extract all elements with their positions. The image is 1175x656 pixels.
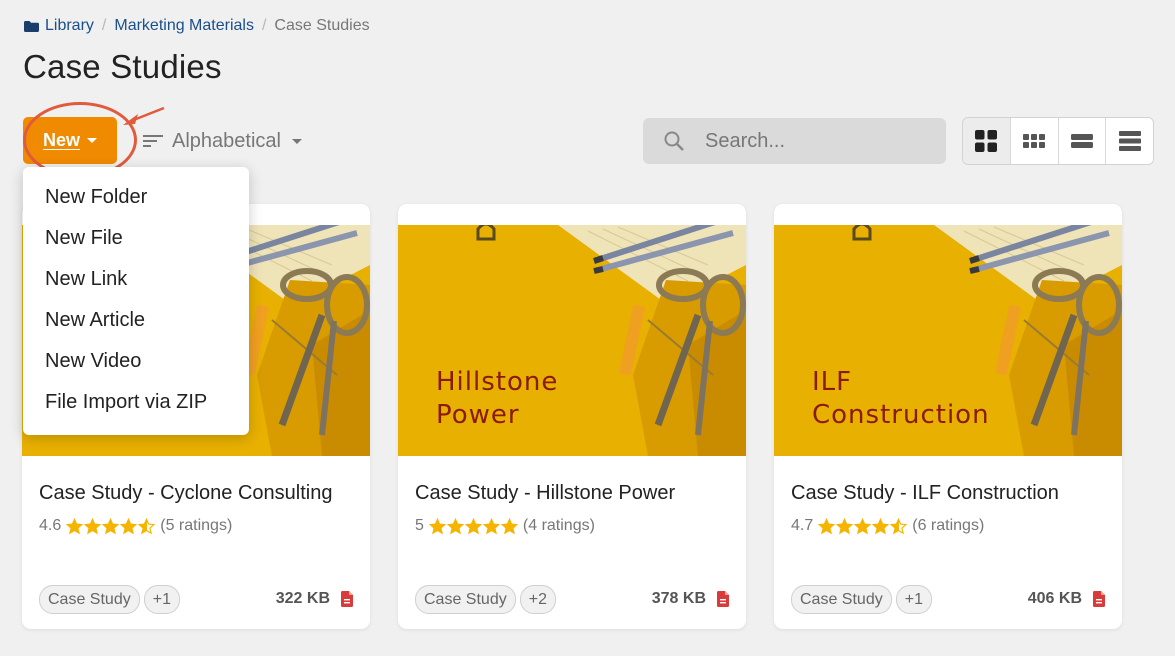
rating-value: 4.7	[791, 517, 814, 534]
ratings-count: (5 ratings)	[160, 517, 233, 534]
star-icon	[836, 517, 854, 534]
chevron-down-icon	[291, 138, 302, 144]
star-icon	[120, 517, 138, 534]
view-list-button[interactable]	[1058, 118, 1107, 164]
file-size-value: 378 KB	[651, 590, 706, 607]
new-button[interactable]: New	[23, 117, 117, 164]
card-rating: 5 (4 ratings)	[415, 517, 595, 535]
small-grid-icon	[1023, 134, 1046, 148]
card-title[interactable]: Case Study - ILF Construction	[791, 482, 1059, 505]
card-thumbnail[interactable]: ILF Construction	[774, 225, 1122, 456]
search-box[interactable]	[643, 118, 946, 164]
tag-chip[interactable]: Case Study	[791, 585, 892, 614]
star-icon	[854, 517, 872, 534]
page-title: Case Studies	[23, 48, 222, 85]
card-title[interactable]: Case Study - Cyclone Consulting	[39, 482, 332, 505]
sort-dropdown[interactable]: Alphabetical	[143, 126, 302, 156]
card-title[interactable]: Case Study - Hillstone Power	[415, 482, 675, 505]
more-tags-chip[interactable]: +2	[519, 585, 556, 614]
card-rating: 4.6 (5 ratings)	[39, 517, 232, 535]
star-icon	[66, 517, 84, 534]
star-icon	[428, 517, 446, 534]
breadcrumb-marketing-materials[interactable]: Marketing Materials	[114, 17, 254, 35]
star-icon	[872, 517, 890, 534]
rating-stars	[66, 517, 156, 535]
new-dropdown-menu: New Folder New File New Link New Article…	[23, 167, 249, 435]
menu-item-new-article[interactable]: New Article	[23, 300, 249, 341]
large-grid-icon	[975, 130, 998, 152]
star-icon	[102, 517, 120, 534]
view-mode-toggle	[962, 117, 1154, 165]
card-tags: Case Study +1	[39, 585, 180, 614]
card-tags: Case Study +2	[415, 585, 556, 614]
compact-list-icon	[1118, 131, 1141, 151]
pdf-icon	[341, 591, 353, 607]
pdf-icon	[717, 591, 729, 607]
folder-icon	[24, 20, 39, 32]
file-size-value: 322 KB	[275, 590, 330, 607]
card-file-size: 378 KB	[652, 590, 729, 608]
ratings-count: (4 ratings)	[522, 517, 595, 534]
star-icon	[464, 517, 482, 534]
star-icon	[818, 517, 836, 534]
tag-chip[interactable]: Case Study	[39, 585, 140, 614]
rating-value: 4.6	[39, 517, 62, 534]
star-icon	[138, 517, 156, 534]
rating-stars	[428, 517, 518, 535]
menu-item-new-link[interactable]: New Link	[23, 259, 249, 300]
sort-label: Alphabetical	[172, 129, 281, 152]
card-thumbnail[interactable]: Hillstone Power	[398, 225, 746, 456]
breadcrumb-library[interactable]: Library	[45, 17, 94, 35]
card-rating: 4.7 (6 ratings)	[791, 517, 984, 535]
star-icon	[500, 517, 518, 534]
star-icon	[84, 517, 102, 534]
view-large-grid-button[interactable]	[963, 118, 1011, 164]
star-icon	[890, 517, 908, 534]
new-button-label: New	[42, 130, 80, 150]
more-tags-chip[interactable]: +1	[143, 585, 180, 614]
file-size-value: 406 KB	[1027, 590, 1082, 607]
more-tags-chip[interactable]: +1	[895, 585, 932, 614]
list-icon	[1070, 134, 1093, 148]
card-file-size: 406 KB	[1028, 590, 1105, 608]
star-icon	[446, 517, 464, 534]
file-card[interactable]: Hillstone Power Case Study - Hillstone P…	[398, 204, 746, 629]
pdf-icon	[1093, 591, 1105, 607]
view-small-grid-button[interactable]	[1010, 118, 1059, 164]
sort-icon	[143, 135, 163, 147]
search-input[interactable]	[705, 129, 925, 153]
thumbnail-caption: ILF Construction	[812, 367, 990, 430]
chevron-down-icon	[87, 138, 97, 143]
tag-chip[interactable]: Case Study	[415, 585, 516, 614]
star-icon	[482, 517, 500, 534]
card-file-size: 322 KB	[276, 590, 353, 608]
file-card[interactable]: ILF Construction Case Study - ILF Constr…	[774, 204, 1122, 629]
ratings-count: (6 ratings)	[912, 517, 985, 534]
search-icon	[664, 131, 684, 151]
card-tags: Case Study +1	[791, 585, 932, 614]
thumbnail-caption: Hillstone Power	[436, 367, 559, 430]
menu-item-file-import-zip[interactable]: File Import via ZIP	[23, 382, 249, 423]
breadcrumb-current: Case Studies	[274, 17, 370, 34]
menu-item-new-video[interactable]: New Video	[23, 341, 249, 382]
rating-value: 5	[415, 517, 424, 534]
menu-item-new-folder[interactable]: New Folder	[23, 177, 249, 218]
rating-stars	[818, 517, 908, 535]
breadcrumb-separator: /	[261, 17, 267, 34]
menu-item-new-file[interactable]: New File	[23, 218, 249, 259]
view-compact-list-button[interactable]	[1106, 118, 1153, 164]
breadcrumb: Library / Marketing Materials / Case Stu…	[24, 15, 370, 37]
breadcrumb-separator: /	[101, 17, 107, 34]
annotation-arrow-icon	[123, 106, 165, 125]
